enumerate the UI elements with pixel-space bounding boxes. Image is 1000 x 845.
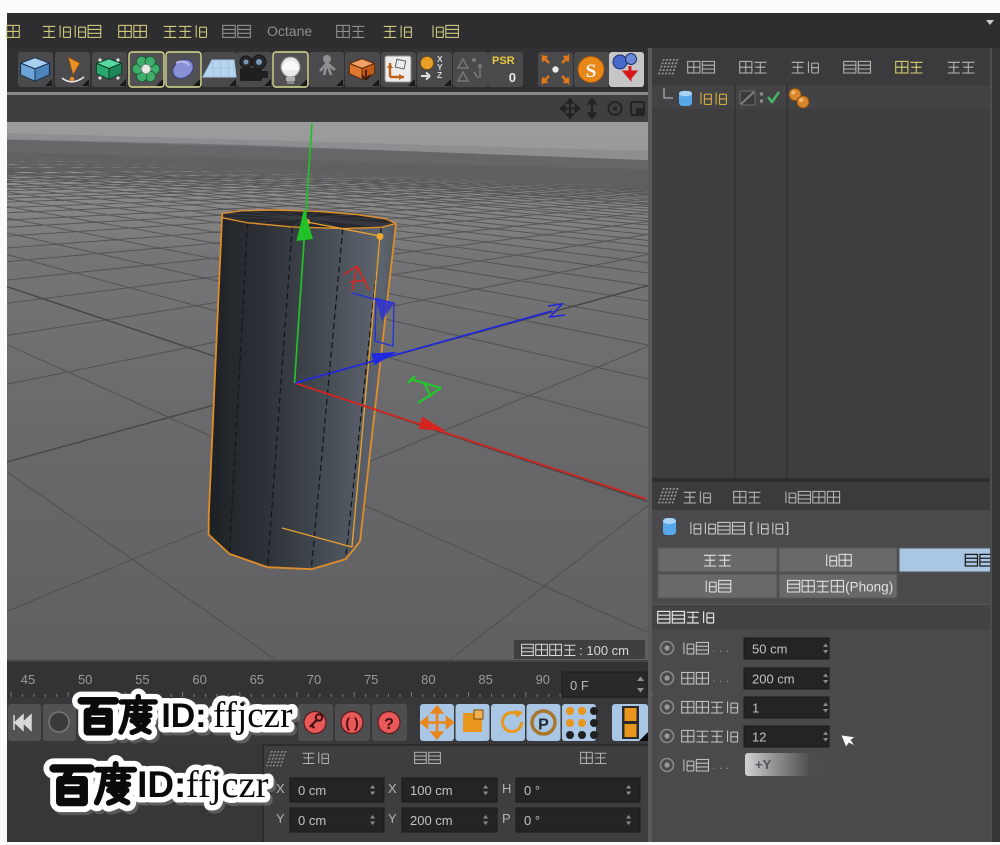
svg-text:. . .: . . . [712,641,729,655]
svg-text:ID:: ID: [137,764,186,805]
svg-text:60: 60 [192,672,206,687]
svg-text:ffjczr: ffjczr [186,764,269,806]
svg-text:0 °: 0 ° [524,783,540,798]
svg-text:(Phong): (Phong) [845,580,893,595]
svg-text:0 cm: 0 cm [298,813,326,828]
svg-text:100 cm: 100 cm [410,783,453,798]
svg-text:+Y: +Y [755,757,772,772]
svg-text:50 cm: 50 cm [752,642,787,657]
svg-text:0 cm: 0 cm [298,783,326,798]
svg-text:0 F: 0 F [570,678,589,693]
svg-text:200 cm: 200 cm [410,813,453,828]
svg-text:S: S [586,61,597,82]
svg-text:: 100 cm: : 100 cm [579,643,629,658]
svg-text:50: 50 [78,672,92,687]
svg-text:65: 65 [250,672,264,687]
svg-text:P: P [538,717,549,734]
svg-text:Y: Y [388,811,397,826]
svg-text:X: X [388,781,397,796]
svg-text:1: 1 [752,701,759,716]
svg-text:Octane: Octane [267,23,312,39]
svg-text:55: 55 [135,672,149,687]
svg-text:Y: Y [276,811,285,826]
svg-text:70: 70 [307,672,321,687]
svg-text:?: ? [384,716,394,733]
svg-text:( ): ( ) [345,715,358,731]
svg-text:]: ] [785,520,789,535]
svg-text:. . .: . . . [712,671,729,685]
svg-text:45: 45 [21,672,35,687]
svg-text:200 cm: 200 cm [752,672,795,687]
svg-text:X: X [276,781,285,796]
svg-text:H: H [502,781,511,796]
svg-text:0: 0 [509,70,516,85]
svg-text:[: [ [749,520,753,535]
svg-text:P: P [502,811,511,826]
svg-text:Z: Z [437,70,442,80]
svg-text:. . .: . . . [712,758,729,772]
svg-text:ffjczr: ffjczr [213,695,292,736]
svg-text:0 °: 0 ° [524,813,540,828]
svg-text:75: 75 [364,672,378,687]
svg-text:85: 85 [478,672,492,687]
svg-text:90: 90 [536,672,550,687]
svg-text:ID:: ID: [161,697,206,735]
svg-text:80: 80 [421,672,435,687]
svg-text:PSR: PSR [492,55,515,67]
svg-text:12: 12 [752,730,766,745]
